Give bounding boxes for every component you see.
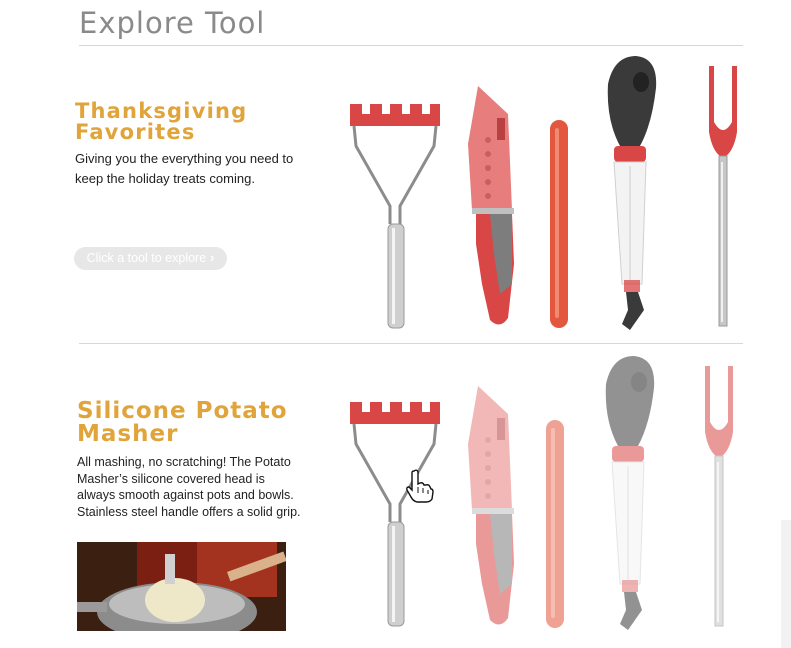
potato-masher-tool[interactable]: [346, 100, 444, 330]
carving-fork-tool[interactable]: [706, 62, 740, 332]
detail-heading: Silicone Potato Masher: [77, 400, 317, 446]
section-heading: Thanksgiving Favorites: [75, 101, 315, 143]
silicone-strip-tool-faded[interactable]: [542, 418, 568, 630]
section-heading-line1: Thanksgiving: [75, 99, 248, 123]
scrollbar-edge[interactable]: [781, 520, 791, 648]
section-divider: [79, 343, 743, 344]
section-heading-line2: Favorites: [75, 120, 196, 144]
detail-heading-line2: Masher: [77, 421, 179, 447]
explore-tool-button[interactable]: Click a tool to explore ›: [74, 247, 227, 270]
masher-in-pot-photo: [77, 542, 286, 631]
santoku-knife-tool-faded[interactable]: [464, 384, 520, 630]
section-description: Giving you the everything you need to ke…: [75, 151, 294, 186]
baster-tool-faded[interactable]: [594, 354, 664, 634]
chevron-right-icon: ›: [210, 251, 215, 265]
hand-cursor-icon: [406, 469, 434, 503]
silicone-strip-tool[interactable]: [546, 118, 572, 330]
potato-masher-tool-selected[interactable]: [346, 398, 444, 628]
detail-heading-line1: Silicone Potato: [77, 398, 288, 424]
carving-fork-tool-faded[interactable]: [702, 362, 736, 632]
explore-tool-button-label: Click a tool to explore: [86, 251, 207, 265]
page-title: Explore Tool: [79, 6, 266, 40]
detail-description: All mashing, no scratching! The Potato M…: [77, 455, 301, 519]
baster-tool[interactable]: [596, 54, 666, 334]
santoku-knife-tool[interactable]: [464, 84, 520, 330]
header-divider: [79, 45, 743, 46]
